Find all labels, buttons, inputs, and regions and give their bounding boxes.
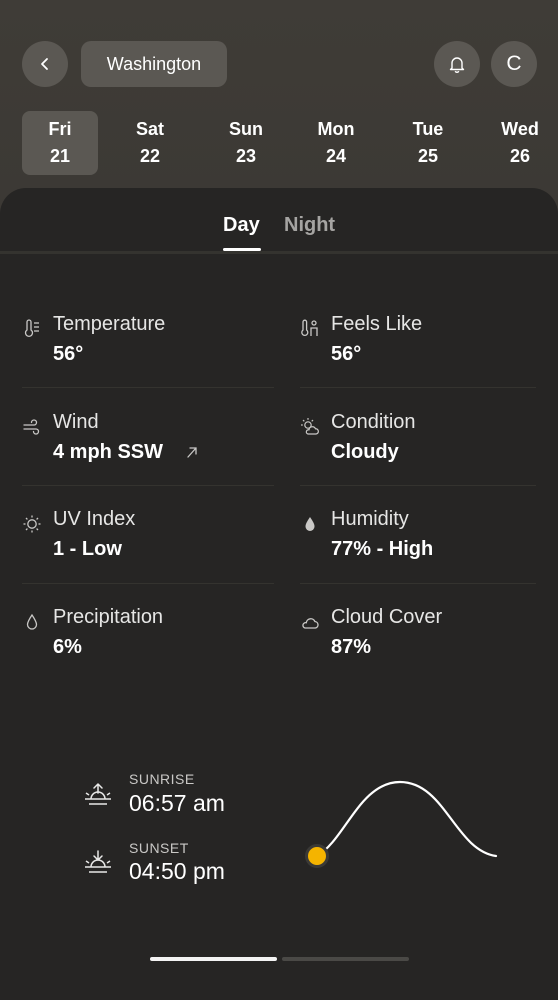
day-tab-wed[interactable]: Wed 26 [482,111,558,175]
tab-divider [0,251,558,254]
day-tab-fri[interactable]: Fri 21 [22,111,98,175]
day-tab-sun[interactable]: Sun 23 [208,111,284,175]
sunset-label: SUNSET [129,840,189,856]
day-selector: Fri 21 Sat 22 Sun 23 Mon 24 Tue 25 Wed 2… [0,111,558,177]
metric-value: 6% [53,636,82,658]
metric-value: 56° [331,343,362,365]
metric-value: 77% - High [331,538,434,560]
metric-value: 56° [53,343,84,365]
metric-label: Wind [53,411,99,433]
metric-uv-index: UV Index 1 - Low [22,508,262,568]
day-date: 25 [417,146,439,166]
metric-label: Condition [331,411,416,433]
day-name: Sat [135,119,164,139]
metric-label: Cloud Cover [331,606,443,628]
sunset-time: 04:50 pm [129,858,225,884]
sunrise-icon [85,783,111,805]
metric-condition: Condition Cloudy [300,411,540,471]
metric-feels-like: Feels Like 56° [300,313,540,373]
metric-label: UV Index [53,508,136,530]
chevron-left-icon [41,58,48,70]
metric-value: 4 mph SSW [53,441,164,463]
day-date: 23 [235,146,257,166]
feels-like-icon [301,319,318,336]
thermometer-icon [24,319,39,338]
metric-cloud-cover: Cloud Cover 87% [300,606,540,666]
day-night-tabs: Day Night [0,188,558,254]
pager-indicator-active [150,957,277,961]
row-divider [22,387,274,388]
row-divider [300,485,536,486]
wind-icon [23,419,40,435]
metric-label: Humidity [331,508,409,530]
day-name: Mon [317,119,355,139]
day-name: Wed [501,119,539,139]
partly-cloudy-icon [301,418,319,435]
sunset-icon [85,850,111,873]
notifications-button[interactable] [434,41,480,87]
sun-path-chart [305,780,498,868]
day-date: 22 [139,146,161,166]
bell-icon [449,57,465,74]
day-name: Sun [229,119,263,139]
row-divider [300,387,536,388]
row-divider [300,583,536,584]
metric-value: 1 - Low [53,538,122,560]
back-button[interactable] [22,41,68,87]
day-name: Tue [412,119,444,139]
pager-indicator [282,957,409,961]
metric-temperature: Temperature 56° [22,313,262,373]
metric-label: Precipitation [53,606,164,628]
city-selector[interactable]: Washington [81,41,227,87]
metric-value: 87% [331,636,372,658]
metric-label: Feels Like [331,313,423,335]
droplet-filled-icon [305,517,315,531]
metric-label: Temperature [53,313,166,335]
droplet-outline-icon [26,613,38,630]
sunrise-label: SUNRISE [129,771,195,787]
row-divider [22,485,274,486]
row-divider [22,583,274,584]
metric-precipitation: Precipitation 6% [22,606,262,666]
metric-humidity: Humidity 77% - High [300,508,540,568]
day-date: 26 [509,146,531,166]
metric-wind: Wind 4 mph SSW [22,411,262,471]
day-date: 24 [325,146,347,166]
sun-position-marker [305,844,329,868]
day-tab-mon[interactable]: Mon 24 [298,111,374,175]
sun-path-curve [315,780,498,858]
day-name: Fri [48,119,72,139]
tab-night[interactable]: Night [284,214,335,237]
cloud-icon [302,618,319,629]
arrow-up-right-icon [187,447,197,458]
day-tab-sat[interactable]: Sat 22 [112,111,188,175]
unit-toggle-button[interactable]: C [491,41,537,87]
tab-day[interactable]: Day [223,214,260,237]
sun-outline-icon [23,515,41,533]
metric-value: Cloudy [331,441,399,463]
day-tab-tue[interactable]: Tue 25 [390,111,466,175]
sunrise-time: 06:57 am [129,790,225,816]
day-date: 21 [49,146,71,166]
